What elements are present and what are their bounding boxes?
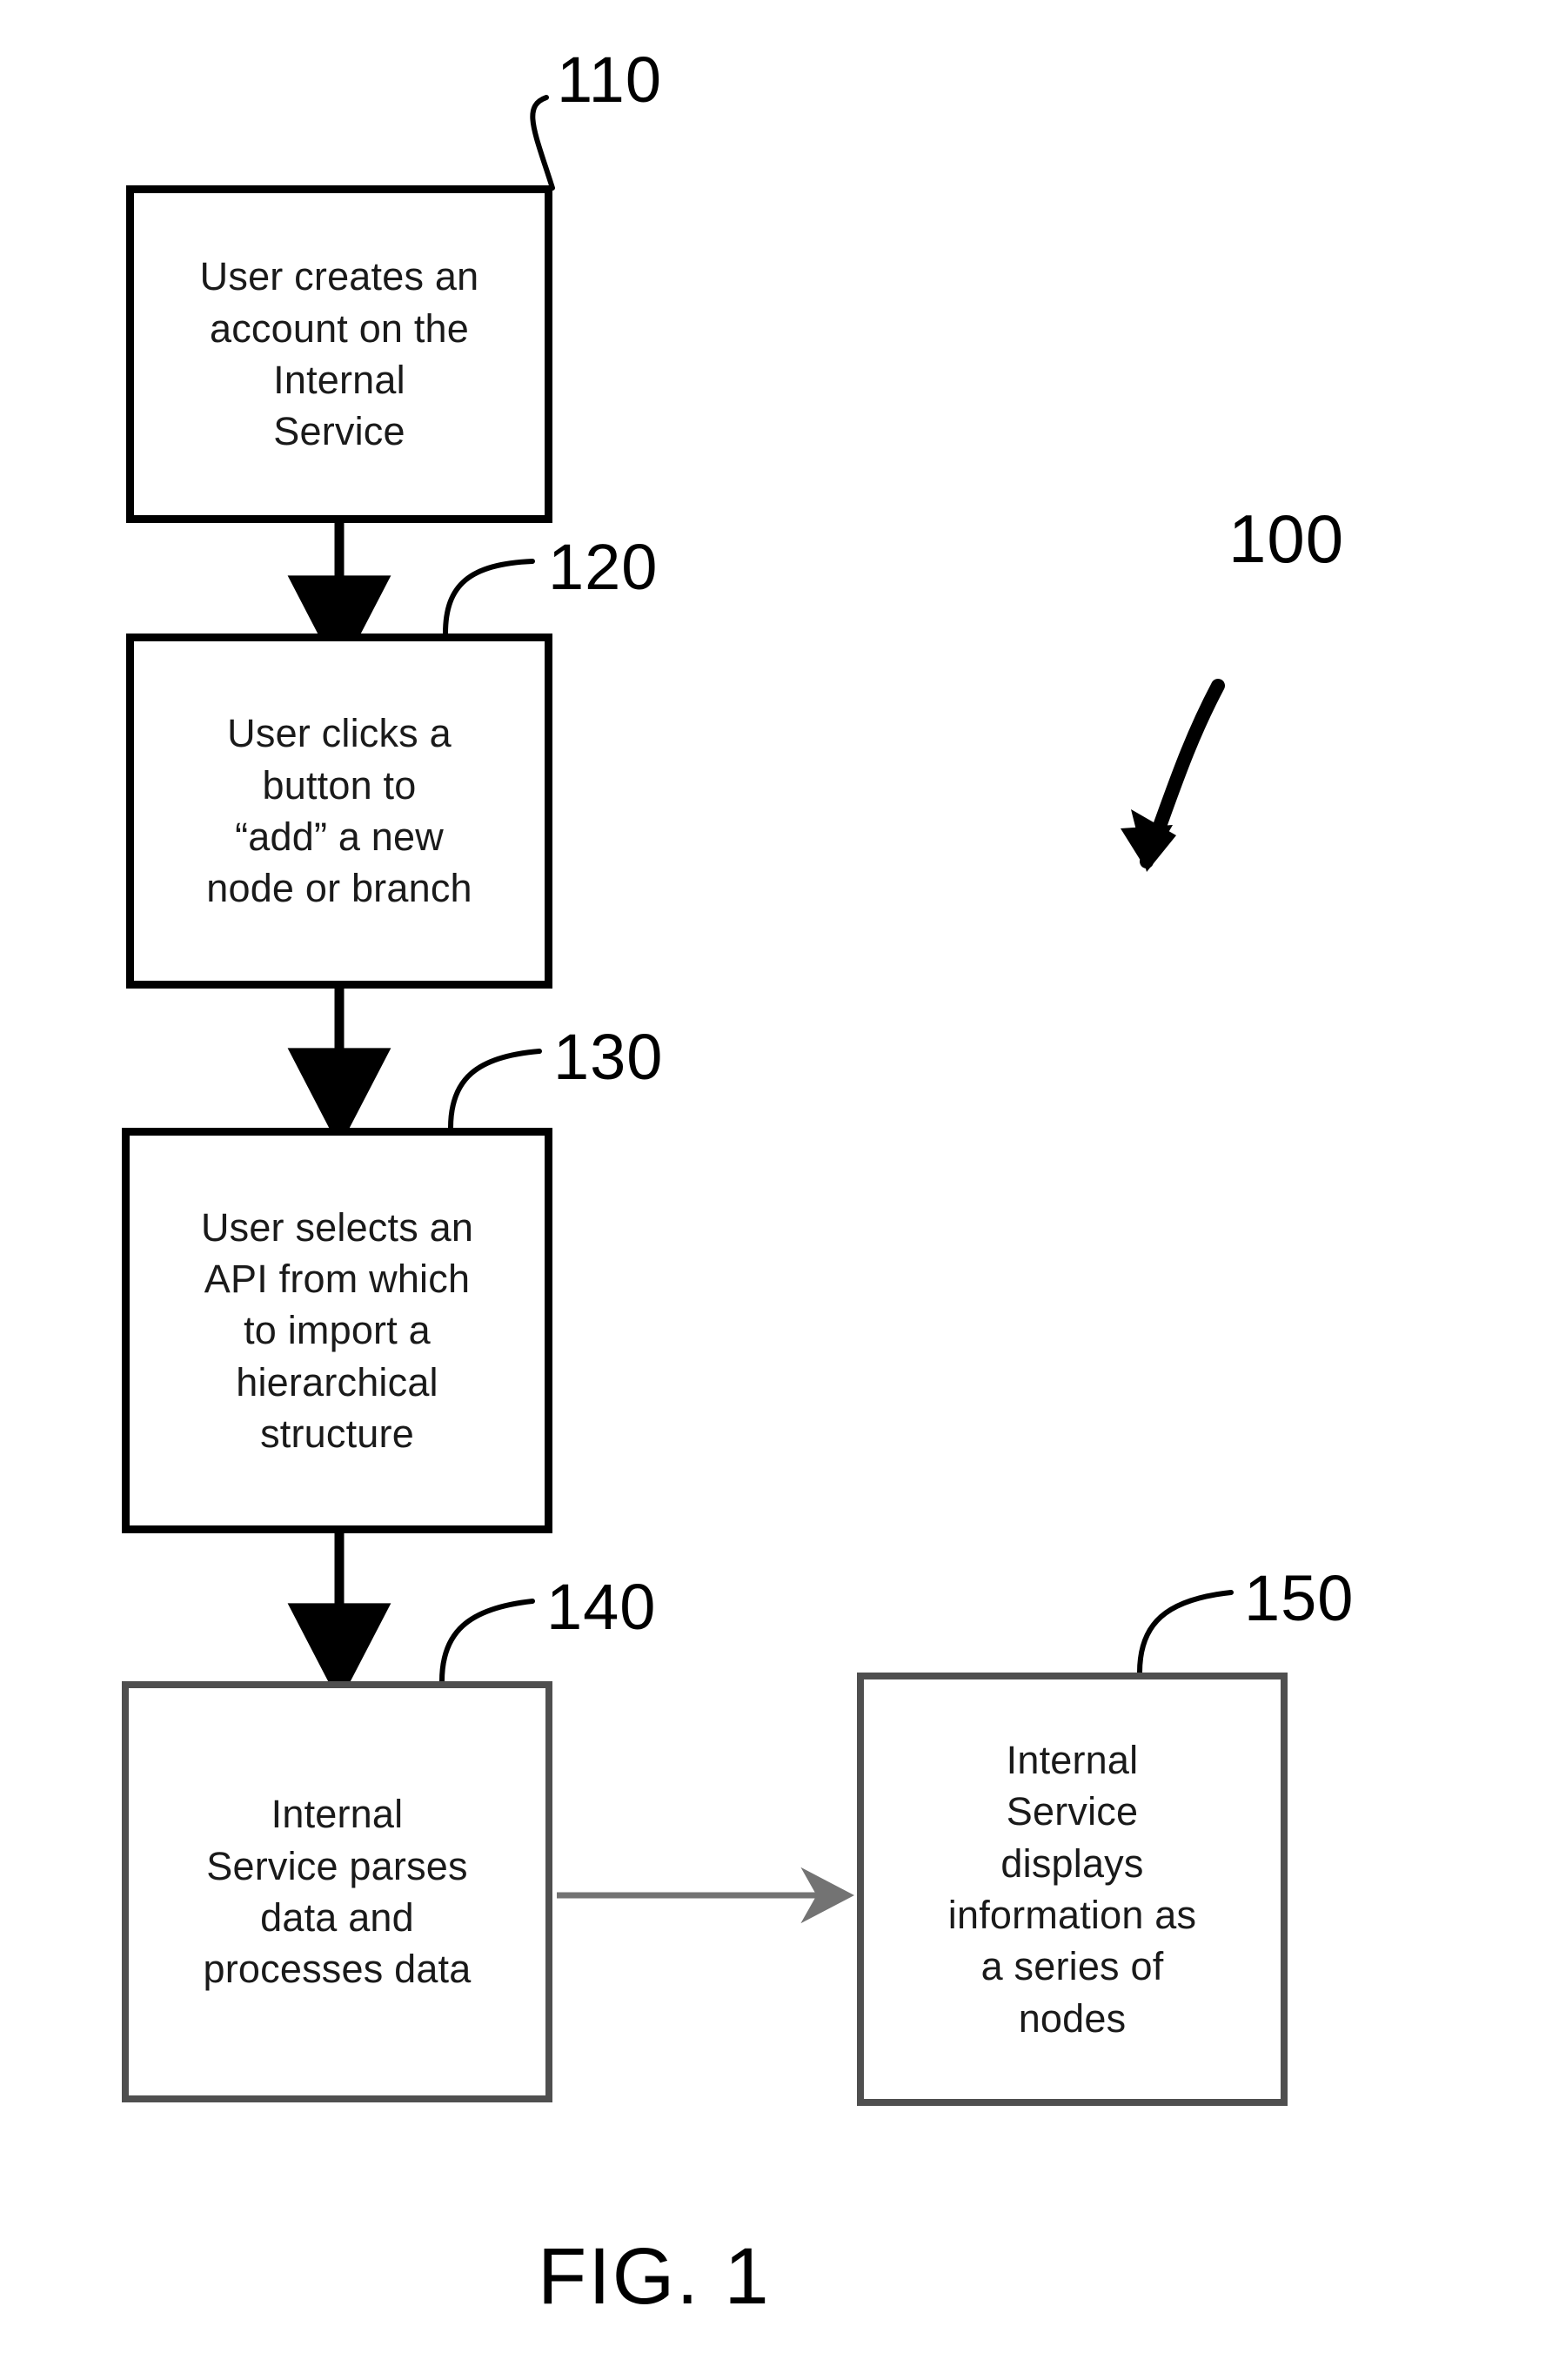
flow-node-130[interactable]: User selects an API from which to import… [122,1128,552,1533]
leader-line-120 [443,559,535,636]
flow-node-130-label: User selects an API from which to import… [200,1204,474,1457]
figure-caption: FIG. 1 [538,2232,771,2321]
flow-node-140-label: Internal Service parses data and process… [203,1792,472,1992]
leader-line-130 [448,1049,542,1130]
reference-numeral-150: 150 [1244,1562,1355,1634]
reference-numeral-130: 130 [553,1021,664,1093]
system-arrow-100 [1121,679,1225,872]
reference-numeral-100: 100 [1228,500,1345,577]
reference-numeral-120: 120 [548,531,659,603]
leader-line-140 [439,1599,535,1684]
patent-figure-canvas: User creates an account on the Internal … [0,0,1559,2380]
flow-node-150-label: Internal Service displays information as… [947,1737,1197,2041]
flow-node-150[interactable]: Internal Service displays information as… [857,1673,1288,2106]
flow-node-140[interactable]: Internal Service parses data and process… [122,1681,552,2102]
flow-node-120-label: User clicks a button to “add” a new node… [206,711,472,911]
leader-line-150 [1137,1590,1234,1675]
reference-numeral-140: 140 [546,1571,657,1643]
flow-node-110[interactable]: User creates an account on the Internal … [126,185,552,523]
flow-node-120[interactable]: User clicks a button to “add” a new node… [126,634,552,989]
reference-numeral-110: 110 [557,44,662,116]
flow-node-110-label: User creates an account on the Internal … [199,254,479,454]
leader-line-110 [530,95,555,191]
